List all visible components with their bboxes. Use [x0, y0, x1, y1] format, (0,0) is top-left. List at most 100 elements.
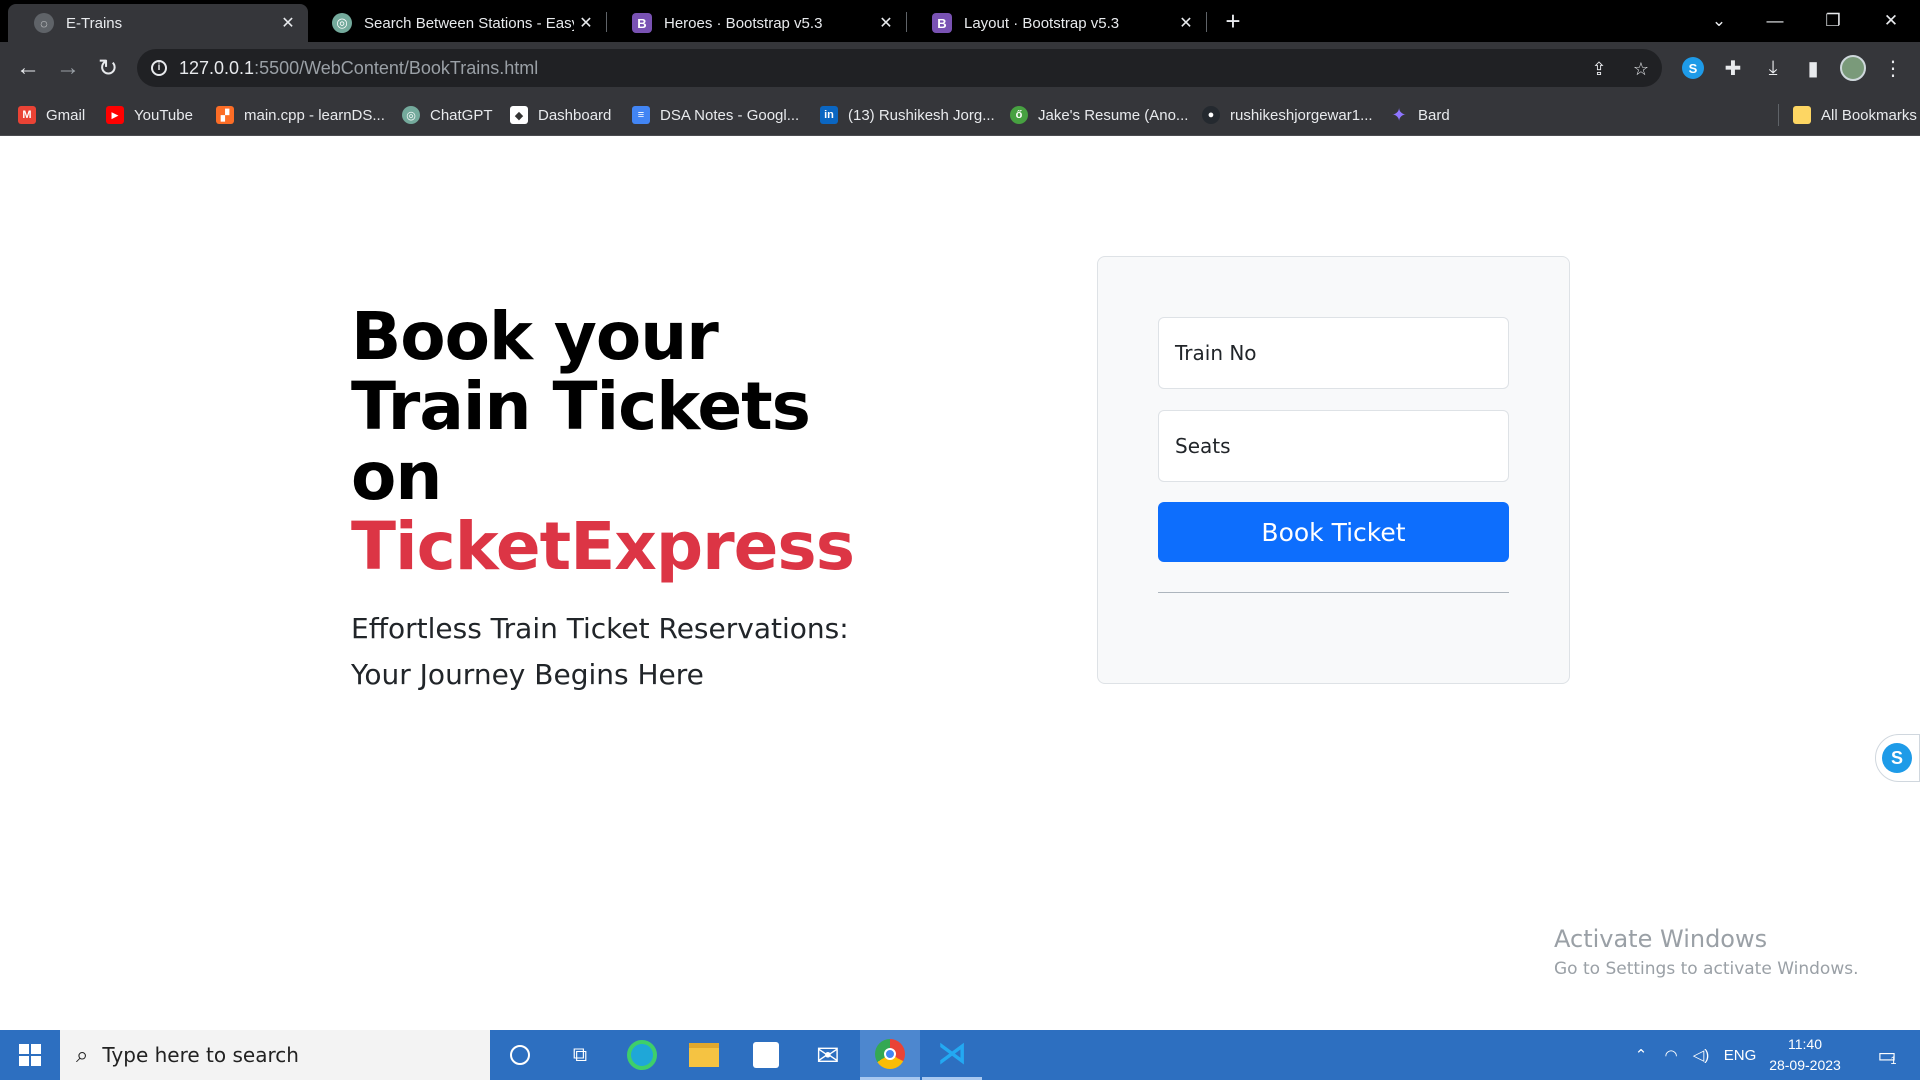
hero-section: Book your Train Tickets on TicketExpress…	[351, 302, 911, 698]
new-tab-button[interactable]: +	[1218, 8, 1248, 36]
chatgpt-icon: ◎	[332, 13, 352, 33]
taskbar-mail[interactable]: ✉	[798, 1030, 858, 1080]
close-icon[interactable]: ✕	[574, 13, 598, 33]
start-button[interactable]	[0, 1030, 60, 1080]
show-hidden-icons-button[interactable]: ⌃	[1626, 1030, 1656, 1080]
task-view-icon: ⧉	[572, 1043, 588, 1066]
hero-title-text: Book your Train Tickets on	[351, 298, 811, 515]
taskbar-edge[interactable]	[612, 1030, 672, 1080]
volume-icon[interactable]: ◁)	[1686, 1030, 1716, 1080]
linkedin-icon: in	[820, 106, 838, 124]
close-icon[interactable]: ✕	[1174, 13, 1198, 33]
search-icon: ⌕	[76, 1042, 89, 1067]
bookmark-label: YouTube	[134, 106, 193, 124]
forward-button[interactable]: →	[52, 52, 84, 84]
hero-heading: Book your Train Tickets on TicketExpress	[351, 302, 911, 582]
bookmarks-bar: M Gmail ▶ YouTube ▞ main.cpp - learnDS..…	[0, 94, 1920, 136]
clock-time: 11:40	[1788, 1036, 1822, 1052]
windows-logo-icon	[19, 1044, 41, 1066]
hero-title-accent: TicketExpress	[351, 508, 855, 585]
taskbar-chrome[interactable]	[860, 1030, 920, 1080]
chrome-icon	[875, 1038, 905, 1069]
clock-date: 28-09-2023	[1769, 1057, 1841, 1073]
bookmark-label: DSA Notes - Googl...	[660, 106, 800, 124]
all-bookmarks-folder[interactable]: All Bookmarks	[1778, 104, 1917, 126]
close-icon[interactable]: ✕	[276, 13, 300, 33]
bookmark-youtube[interactable]: ▶ YouTube	[106, 104, 193, 126]
bookmark-bard[interactable]: ✦ Bard	[1390, 104, 1450, 126]
book-ticket-button[interactable]: Book Ticket	[1158, 502, 1509, 562]
taskbar-store[interactable]	[736, 1030, 796, 1080]
activate-windows-watermark: Activate Windows Go to Settings to activ…	[1554, 925, 1859, 979]
google-docs-icon: ≡	[632, 106, 650, 124]
github-icon: ●	[1202, 106, 1220, 124]
booking-form-card: Train No Seats Book Ticket	[1097, 256, 1570, 684]
tab-heroes-bootstrap[interactable]: B Heroes · Bootstrap v5.3 ✕	[606, 4, 906, 42]
close-icon[interactable]: ✕	[874, 13, 898, 33]
page-content: Book your Train Tickets on TicketExpress…	[0, 136, 1920, 1030]
skype-extension-icon[interactable]: S	[1679, 54, 1707, 82]
taskbar-vscode[interactable]: ⋊	[922, 1030, 982, 1080]
bookmark-label: Dashboard	[538, 106, 612, 124]
taskbar-file-explorer[interactable]	[674, 1030, 734, 1080]
tab-separator	[1206, 12, 1207, 32]
skype-icon: S	[1882, 743, 1912, 773]
youtube-icon: ▶	[106, 106, 124, 124]
network-icon[interactable]: ◠	[1656, 1030, 1686, 1080]
bookmark-star-icon[interactable]: ☆	[1631, 59, 1651, 79]
share-icon[interactable]: ⇪	[1589, 59, 1609, 79]
minimize-button[interactable]: —	[1746, 0, 1804, 42]
close-window-button[interactable]: ✕	[1862, 0, 1920, 42]
taskbar-clock[interactable]: 11:40 28-09-2023	[1760, 1034, 1850, 1076]
cortana-button[interactable]	[490, 1030, 550, 1080]
more-menu-icon[interactable]: ⋮	[1879, 54, 1907, 82]
bookmark-label: (13) Rushikesh Jorg...	[848, 106, 995, 124]
tab-title: Search Between Stations - Easy	[364, 14, 574, 32]
taskbar-search-input[interactable]: ⌕ Type here to search	[60, 1030, 490, 1080]
action-center-button[interactable]: ▭ 1	[1862, 1030, 1912, 1080]
bookmark-gmail[interactable]: M Gmail	[18, 104, 85, 126]
task-view-button[interactable]: ⧉	[550, 1030, 610, 1080]
gmail-icon: M	[18, 106, 36, 124]
tab-title: Heroes · Bootstrap v5.3	[664, 14, 823, 32]
bookmark-main-cpp[interactable]: ▞ main.cpp - learnDS...	[216, 104, 385, 126]
edge-icon	[627, 1040, 657, 1070]
bookmark-dsa-notes[interactable]: ≡ DSA Notes - Googl...	[632, 104, 799, 126]
globe-icon: ◌	[34, 13, 54, 33]
tab-title: Layout · Bootstrap v5.3	[964, 14, 1120, 32]
bookmark-label: rushikeshjorgewar1...	[1230, 106, 1373, 124]
bookmark-github[interactable]: ● rushikeshjorgewar1...	[1202, 104, 1373, 126]
language-indicator[interactable]: ENG	[1718, 1030, 1762, 1080]
site-info-icon[interactable]: i	[151, 60, 167, 76]
bookmark-jakes-resume[interactable]: ő Jake's Resume (Ano...	[1010, 104, 1188, 126]
url-host: 127.0.0.1	[179, 57, 255, 78]
tab-strip: ◌ E-Trains ✕ ◎ Search Between Stations -…	[0, 0, 1920, 42]
tab-layout-bootstrap[interactable]: B Layout · Bootstrap v5.3 ✕	[906, 4, 1206, 42]
bookmark-label: Jake's Resume (Ano...	[1038, 106, 1189, 124]
tab-search-between-stations[interactable]: ◎ Search Between Stations - Easy ✕	[306, 4, 606, 42]
bookmark-linkedin[interactable]: in (13) Rushikesh Jorg...	[820, 104, 995, 126]
address-bar[interactable]: i 127.0.0.1:5500/WebContent/BookTrains.h…	[137, 49, 1662, 87]
bookmark-dashboard[interactable]: ◆ Dashboard	[510, 104, 611, 126]
download-icon[interactable]: ⤓	[1759, 54, 1787, 82]
bookmark-label: Bard	[1418, 106, 1450, 124]
profile-avatar[interactable]	[1839, 54, 1867, 82]
watermark-title: Activate Windows	[1554, 925, 1768, 953]
bookmark-label: main.cpp - learnDS...	[244, 106, 385, 124]
bootstrap-icon: B	[632, 13, 652, 33]
tab-search-dropdown-icon[interactable]: ⌄	[1690, 0, 1748, 42]
restore-button[interactable]: ❐	[1804, 0, 1862, 42]
back-button[interactable]: ←	[12, 52, 44, 84]
train-no-input[interactable]: Train No	[1158, 317, 1509, 389]
bookmark-chatgpt[interactable]: ◎ ChatGPT	[402, 104, 493, 126]
chatgpt-icon: ◎	[402, 106, 420, 124]
browser-toolbar: ← → ↻ i 127.0.0.1:5500/WebContent/BookTr…	[0, 42, 1920, 94]
seats-input[interactable]: Seats	[1158, 410, 1509, 482]
tab-e-trains[interactable]: ◌ E-Trains ✕	[8, 4, 308, 42]
hero-lead: Effortless Train Ticket Reservations: Yo…	[351, 612, 849, 691]
folder-icon	[689, 1043, 719, 1067]
reload-button[interactable]: ↻	[92, 52, 124, 84]
skype-floating-button[interactable]: S	[1875, 734, 1920, 782]
extensions-puzzle-icon[interactable]: ✚	[1719, 54, 1747, 82]
side-panel-icon[interactable]: ▮	[1799, 54, 1827, 82]
